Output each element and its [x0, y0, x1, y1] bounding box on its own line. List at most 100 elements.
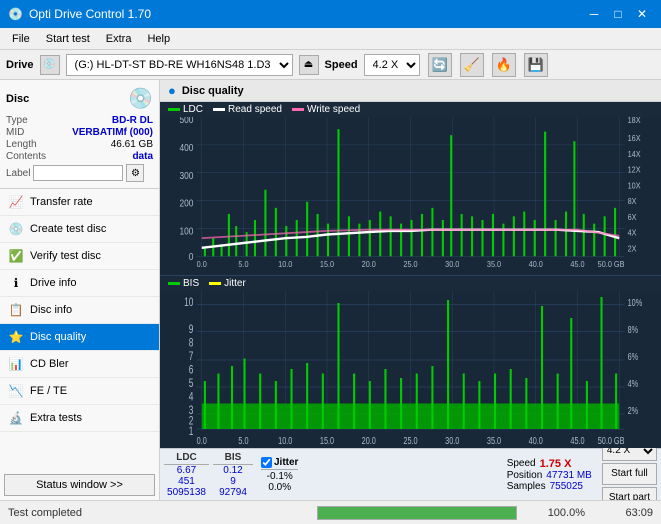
drive-icon: 💿: [40, 55, 60, 75]
close-button[interactable]: ✕: [631, 4, 653, 24]
drive-select[interactable]: (G:) HL-DT-ST BD-RE WH16NS48 1.D3: [66, 54, 293, 76]
svg-text:18X: 18X: [628, 117, 642, 125]
disc-label-button[interactable]: ⚙: [126, 164, 144, 182]
sidebar-item-verify-test-disc[interactable]: ✅ Verify test disc: [0, 243, 159, 270]
svg-text:45.0: 45.0: [570, 434, 584, 446]
disc-label-row: Label ⚙: [6, 164, 153, 182]
disc-image-icon: 💿: [128, 86, 153, 111]
svg-text:6: 6: [189, 364, 194, 377]
progress-bar-container: [317, 506, 517, 520]
sidebar-item-create-test-disc[interactable]: 💿 Create test disc: [0, 216, 159, 243]
disc-contents-row: Contents data: [6, 151, 153, 162]
minimize-button[interactable]: ─: [583, 4, 605, 24]
eject-button[interactable]: ⏏: [299, 55, 319, 75]
extra-tests-icon: 🔬: [8, 410, 24, 426]
bis-legend-color: [168, 282, 180, 285]
bis-legend: BIS: [168, 278, 199, 289]
title-text: Opti Drive Control 1.70: [29, 7, 151, 21]
status-window-button[interactable]: Status window >>: [4, 474, 155, 496]
menu-extra[interactable]: Extra: [98, 31, 140, 47]
stats-ldc-max: 451: [164, 476, 209, 487]
svg-text:30.0: 30.0: [445, 434, 459, 446]
sidebar-item-disc-quality[interactable]: ⭐ Disc quality: [0, 324, 159, 351]
disc-type-value: BD-R DL: [112, 115, 153, 126]
svg-text:5: 5: [189, 377, 194, 390]
drivebar: Drive 💿 (G:) HL-DT-ST BD-RE WH16NS48 1.D…: [0, 50, 661, 80]
extra-tests-label: Extra tests: [30, 412, 82, 424]
svg-text:12X: 12X: [628, 165, 642, 175]
main-layout: Disc 💿 Type BD-R DL MID VERBATIMf (000) …: [0, 80, 661, 500]
disc-contents-value: data: [132, 151, 153, 162]
bottom-legend: BIS Jitter: [160, 276, 661, 291]
progress-bar: [318, 507, 516, 519]
ldc-legend-color: [168, 108, 180, 111]
disc-panel: Disc 💿 Type BD-R DL MID VERBATIMf (000) …: [0, 80, 159, 189]
top-chart-svg: 500 400 300 200 100 0 18X 16X 14X 12X 10…: [160, 117, 661, 275]
svg-text:30.0: 30.0: [445, 260, 460, 270]
menu-help[interactable]: Help: [139, 31, 178, 47]
svg-text:25.0: 25.0: [403, 434, 417, 446]
save-icon[interactable]: 💾: [524, 53, 548, 77]
jitter-legend-color: [209, 282, 221, 285]
read-speed-legend: Read speed: [213, 104, 282, 115]
svg-text:200: 200: [179, 198, 193, 209]
refresh-icon[interactable]: 🔄: [428, 53, 452, 77]
charts-area: LDC Read speed Write speed: [160, 102, 661, 448]
menu-file[interactable]: File: [4, 31, 38, 47]
disc-mid-value: VERBATIMf (000): [72, 127, 153, 138]
statusbar: Test completed 100.0% 63:09: [0, 500, 661, 524]
disc-info-icon: 📋: [8, 302, 24, 318]
start-full-button[interactable]: Start full: [602, 463, 657, 485]
svg-text:14X: 14X: [628, 149, 642, 159]
stats-bis-col: BIS 0.12 9 92794: [213, 452, 253, 498]
disc-quality-title: Disc quality: [182, 85, 244, 97]
read-speed-legend-color: [213, 108, 225, 111]
position-label: Position: [507, 470, 543, 481]
svg-text:8X: 8X: [628, 197, 638, 207]
stats-bis-header: BIS: [213, 452, 253, 465]
disc-contents-label: Contents: [6, 151, 46, 162]
disc-label-input[interactable]: [33, 165, 123, 181]
svg-text:0: 0: [189, 251, 194, 262]
stats-bis-max: 9: [213, 476, 253, 487]
disc-label-label: Label: [6, 168, 30, 179]
ldc-legend: LDC: [168, 104, 203, 115]
position-value: 47731 MB: [546, 470, 592, 481]
status-window-section: Status window >>: [4, 474, 155, 496]
app-title: 💿 Opti Drive Control 1.70: [8, 7, 151, 21]
sidebar-item-extra-tests[interactable]: 🔬 Extra tests: [0, 405, 159, 432]
top-legend: LDC Read speed Write speed: [160, 102, 661, 117]
erase-icon[interactable]: 🧹: [460, 53, 484, 77]
burn-icon[interactable]: 🔥: [492, 53, 516, 77]
svg-text:15.0: 15.0: [320, 434, 334, 446]
stats-bis-total: 92794: [213, 487, 253, 498]
speed-label: Speed: [507, 458, 536, 469]
disc-mid-label: MID: [6, 127, 24, 138]
svg-text:16X: 16X: [628, 134, 642, 144]
speed-row: Speed 1.75 X: [507, 458, 592, 470]
svg-text:4X: 4X: [628, 228, 638, 238]
sidebar-item-fe-te[interactable]: 📉 FE / TE: [0, 378, 159, 405]
speed-label: Speed: [325, 59, 358, 71]
svg-text:0.0: 0.0: [197, 434, 207, 446]
verify-test-disc-label: Verify test disc: [30, 250, 101, 262]
bis-legend-label: BIS: [183, 278, 199, 289]
bottom-chart-svg: 10 9 8 7 6 5 4 3 2 1 10% 8% 6%: [160, 291, 661, 449]
samples-value: 755025: [550, 481, 583, 492]
start-part-button[interactable]: Start part: [602, 487, 657, 501]
sidebar-item-transfer-rate[interactable]: 📈 Transfer rate: [0, 189, 159, 216]
jitter-legend: Jitter: [209, 278, 246, 289]
cd-bler-label: CD Bler: [30, 358, 69, 370]
jitter-checkbox-row: Jitter: [261, 457, 298, 470]
progress-time: 63:09: [593, 507, 653, 519]
sidebar-item-disc-info[interactable]: 📋 Disc info: [0, 297, 159, 324]
menu-start-test[interactable]: Start test: [38, 31, 98, 47]
jitter-checkbox[interactable]: [261, 457, 272, 468]
transfer-rate-label: Transfer rate: [30, 196, 93, 208]
sidebar-item-cd-bler[interactable]: 📊 CD Bler: [0, 351, 159, 378]
speed-select[interactable]: 4.2 X: [364, 54, 420, 76]
maximize-button[interactable]: □: [607, 4, 629, 24]
svg-text:500: 500: [179, 117, 193, 125]
sidebar-item-drive-info[interactable]: ℹ Drive info: [0, 270, 159, 297]
app-icon: 💿: [8, 7, 23, 21]
